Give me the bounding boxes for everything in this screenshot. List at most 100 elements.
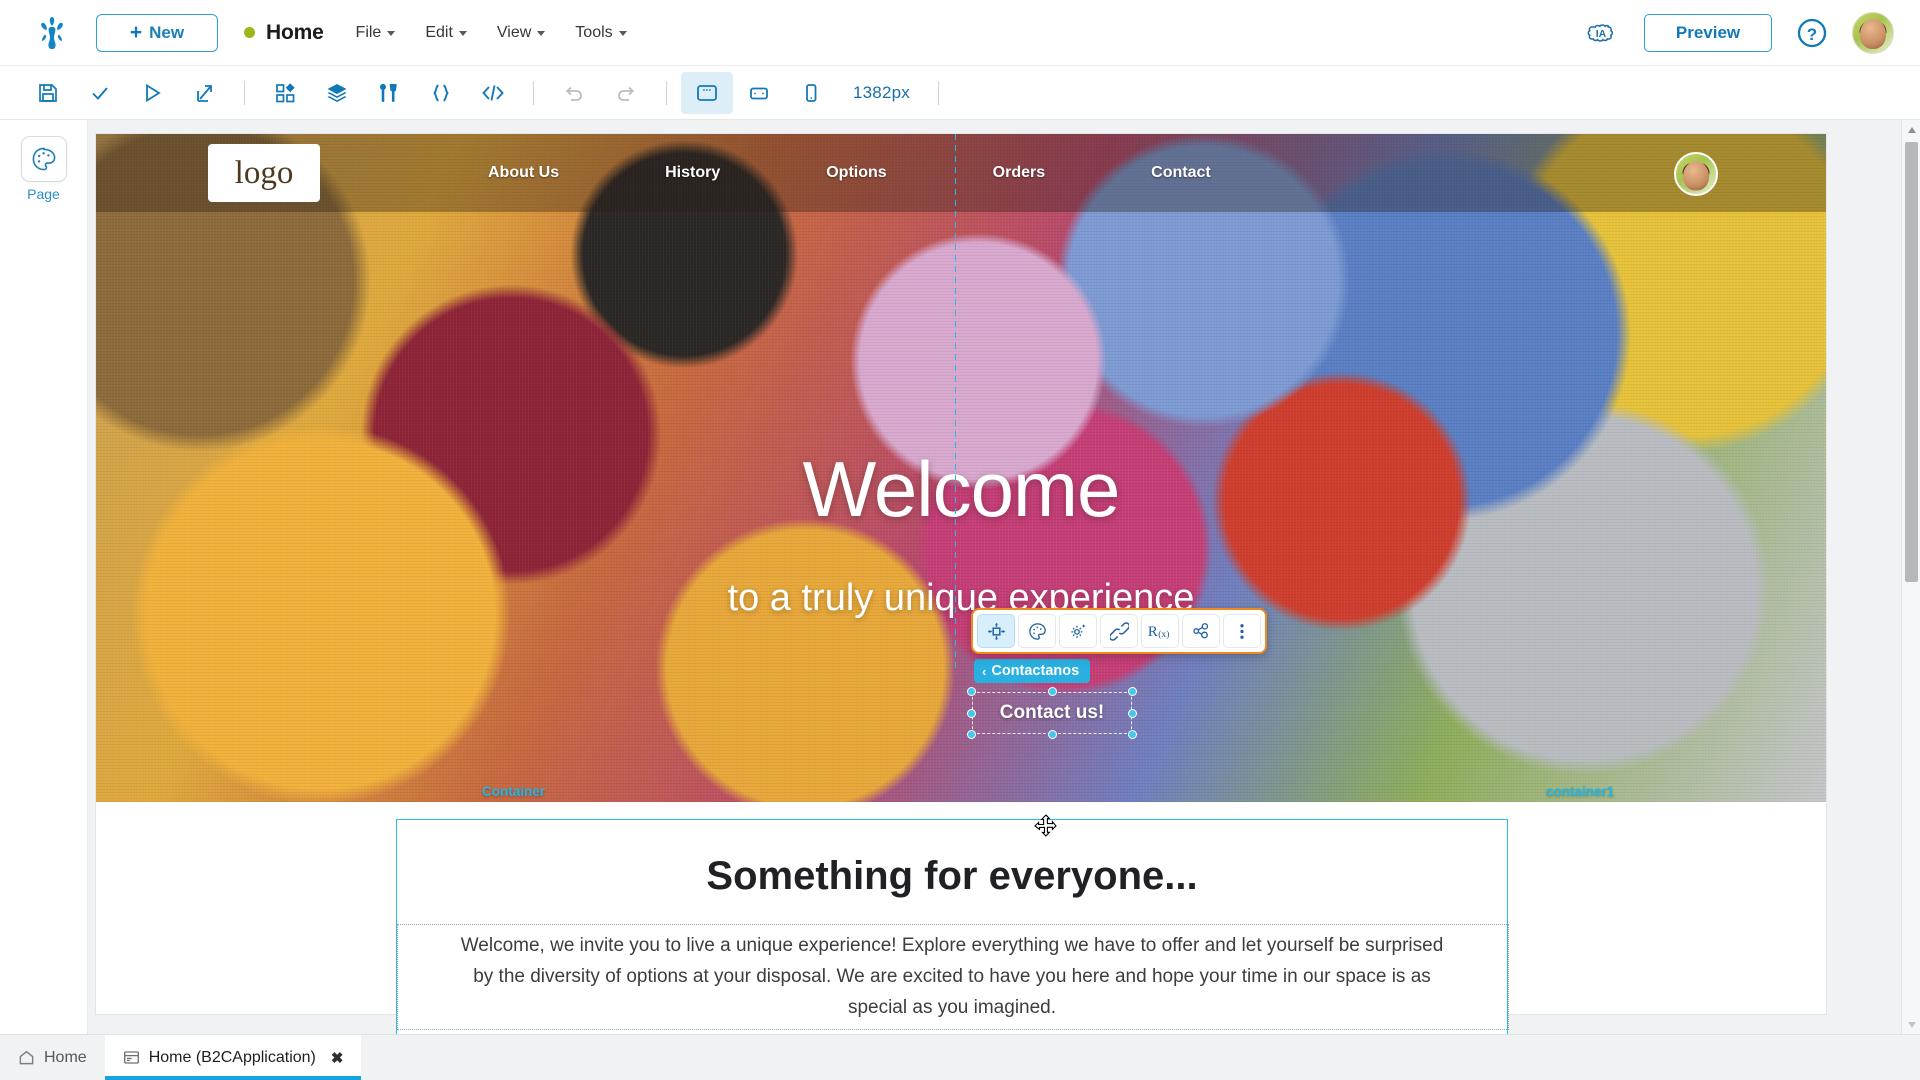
desktop-icon[interactable] — [681, 72, 733, 114]
resize-handle-middle-left[interactable] — [967, 709, 976, 718]
element-float-toolbar: R (x) — [971, 608, 1267, 654]
menu-view[interactable]: View — [497, 24, 545, 42]
menu-bar: File Edit View Tools — [356, 24, 627, 42]
bottom-tab-b2capplication[interactable]: Home (B2CApplication) ✖ — [105, 1035, 362, 1080]
avatar-face — [1860, 19, 1886, 49]
tablet-icon[interactable] — [733, 72, 785, 114]
home-icon — [18, 1049, 35, 1066]
resize-handle-bottom-center[interactable] — [1048, 730, 1057, 739]
editor-toolbar: 1382px — [0, 66, 1920, 120]
site-nav-orders[interactable]: Orders — [993, 164, 1045, 182]
selection-tag[interactable]: ‹ Contactanos — [974, 659, 1090, 683]
toolbar-divider — [244, 81, 245, 105]
page-preview[interactable]: logo About Us History Options Orders Con… — [96, 134, 1826, 1014]
resize-handle-bottom-right[interactable] — [1128, 730, 1137, 739]
scrollbar-thumb[interactable] — [1905, 142, 1918, 582]
app-logo-icon[interactable] — [30, 11, 74, 55]
plus-icon: + — [130, 22, 142, 43]
contact-us-button[interactable]: Contact us! — [972, 692, 1132, 734]
header-actions: IA Preview ? — [1582, 12, 1894, 54]
vertical-scrollbar[interactable] — [1901, 120, 1920, 1034]
link-icon[interactable] — [1100, 614, 1138, 648]
move-icon[interactable] — [977, 614, 1015, 648]
svg-text:IA: IA — [1596, 28, 1607, 40]
document-title: Home — [266, 21, 324, 45]
more-vertical-icon[interactable] — [1223, 614, 1261, 648]
help-icon[interactable]: ? — [1796, 17, 1828, 49]
palette-icon[interactable] — [1018, 614, 1056, 648]
chevron-down-icon — [387, 31, 395, 36]
viewport-width-label[interactable]: 1382px — [853, 83, 910, 103]
hero-title[interactable]: Welcome — [96, 444, 1826, 535]
svg-text:(x): (x) — [1158, 629, 1169, 640]
new-button[interactable]: + New — [96, 14, 218, 52]
application-root: + New Home File Edit View Tools — [0, 0, 1920, 1080]
chevron-down-icon — [537, 31, 545, 36]
window-icon — [123, 1049, 140, 1066]
palette-icon — [21, 136, 67, 182]
rail-item-page-label: Page — [27, 186, 60, 202]
hero-subtitle[interactable]: to a truly unique experience — [96, 577, 1826, 620]
save-icon[interactable] — [22, 72, 74, 114]
layers-icon[interactable] — [311, 72, 363, 114]
svg-text:R: R — [1148, 624, 1158, 640]
menu-tools-label: Tools — [575, 24, 612, 42]
code-icon[interactable] — [467, 72, 519, 114]
braces-icon[interactable] — [415, 72, 467, 114]
section-title[interactable]: Something for everyone... — [397, 854, 1507, 899]
site-nav-about-us[interactable]: About Us — [488, 164, 559, 182]
container-label-left[interactable]: Container — [482, 784, 545, 799]
tools-icon[interactable] — [363, 72, 415, 114]
content-container[interactable]: Something for everyone... Welcome, we in… — [396, 819, 1508, 1034]
container-label-right[interactable]: container1 — [1546, 784, 1614, 799]
share-icon[interactable] — [178, 72, 230, 114]
play-icon[interactable] — [126, 72, 178, 114]
site-nav-options[interactable]: Options — [826, 164, 886, 182]
menu-edit[interactable]: Edit — [425, 24, 467, 42]
canvas-area[interactable]: logo About Us History Options Orders Con… — [88, 120, 1920, 1034]
resize-handle-top-center[interactable] — [1048, 687, 1057, 696]
scroll-down-arrow-icon[interactable] — [1902, 1015, 1920, 1034]
chevron-left-icon: ‹ — [982, 664, 986, 679]
site-nav-contact[interactable]: Contact — [1151, 164, 1211, 182]
toolbar-divider — [938, 81, 939, 105]
gear-sparkle-icon[interactable] — [1059, 614, 1097, 648]
nodes-icon[interactable] — [1182, 614, 1220, 648]
toolbar-divider — [533, 81, 534, 105]
top-header: + New Home File Edit View Tools — [0, 0, 1920, 66]
bottom-tab-b2capplication-label: Home (B2CApplication) — [149, 1049, 316, 1067]
resize-handle-bottom-left[interactable] — [967, 730, 976, 739]
undo-icon[interactable] — [548, 72, 600, 114]
menu-edit-label: Edit — [425, 24, 453, 42]
close-icon[interactable]: ✖ — [331, 1049, 344, 1067]
redo-icon[interactable] — [600, 72, 652, 114]
toolbar-divider — [666, 81, 667, 105]
bottom-tab-home[interactable]: Home — [0, 1035, 105, 1080]
rail-item-page[interactable]: Page — [21, 136, 67, 202]
site-logo[interactable]: logo — [208, 144, 320, 202]
menu-file[interactable]: File — [356, 24, 396, 42]
formula-rx-icon[interactable]: R (x) — [1141, 614, 1179, 648]
resize-handle-top-left[interactable] — [967, 687, 976, 696]
scroll-up-arrow-icon[interactable] — [1902, 120, 1920, 139]
selected-element-wrapper: Contact us! — [972, 692, 1132, 734]
site-user-avatar[interactable] — [1674, 152, 1718, 196]
menu-tools[interactable]: Tools — [575, 24, 626, 42]
ia-assistant-icon[interactable]: IA — [1582, 14, 1620, 52]
status-dot-icon — [244, 27, 255, 38]
hero-section[interactable]: logo About Us History Options Orders Con… — [96, 134, 1826, 802]
section-body[interactable]: Welcome, we invite you to live a unique … — [455, 930, 1449, 1023]
bottom-tab-bar: Home Home (B2CApplication) ✖ — [0, 1034, 1920, 1080]
chevron-down-icon — [459, 31, 467, 36]
site-nav-history[interactable]: History — [665, 164, 720, 182]
user-avatar[interactable] — [1852, 12, 1894, 54]
components-icon[interactable] — [259, 72, 311, 114]
resize-handle-top-right[interactable] — [1128, 687, 1137, 696]
svg-text:?: ? — [1807, 25, 1817, 44]
menu-view-label: View — [497, 24, 531, 42]
check-icon[interactable] — [74, 72, 126, 114]
preview-button[interactable]: Preview — [1644, 14, 1772, 52]
resize-handle-middle-right[interactable] — [1128, 709, 1137, 718]
mobile-icon[interactable] — [785, 72, 837, 114]
preview-button-label: Preview — [1676, 23, 1740, 43]
